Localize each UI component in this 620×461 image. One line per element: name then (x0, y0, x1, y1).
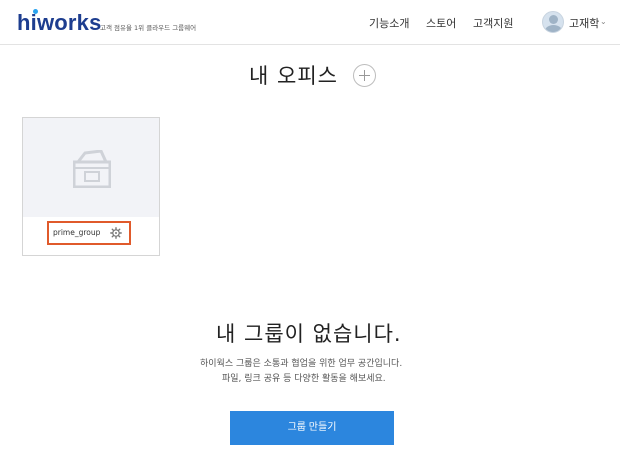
office-card[interactable]: prime_group (22, 117, 160, 256)
top-header: hi works 고객 점유율 1위 클라우드 그룹웨어 기능소개 스토어 고객지… (0, 0, 620, 45)
chevron-down-icon[interactable]: ⌄ (600, 17, 607, 26)
page-title: 내 오피스 (249, 64, 338, 88)
office-name-highlight: prime_group (47, 221, 131, 245)
empty-state-description-2: 파일, 링크 공유 등 다양한 활동을 해보세요. (222, 374, 386, 384)
create-group-button[interactable]: 그룹 만들기 (230, 411, 394, 445)
empty-state-description-1: 하이웍스 그룹은 소통과 협업을 위한 업무 공간입니다. (200, 359, 403, 369)
empty-state-title: 내 그룹이 없습니다. (216, 322, 402, 346)
office-card-thumbnail[interactable] (23, 118, 159, 217)
box-icon (73, 150, 111, 188)
hiworks-logo[interactable]: hi works (17, 9, 102, 36)
gear-icon[interactable] (110, 227, 122, 239)
logo-dot (32, 9, 38, 14)
logo-tagline: 고객 점유율 1위 클라우드 그룹웨어 (100, 24, 197, 32)
office-name[interactable]: prime_group (53, 228, 100, 237)
user-name[interactable]: 고재학 (569, 15, 599, 31)
add-office-button[interactable] (353, 64, 376, 87)
nav-support[interactable]: 고객지원 (473, 15, 513, 31)
nav-features[interactable]: 기능소개 (369, 15, 409, 31)
nav-store[interactable]: 스토어 (426, 15, 456, 31)
user-avatar-icon[interactable] (542, 11, 564, 33)
